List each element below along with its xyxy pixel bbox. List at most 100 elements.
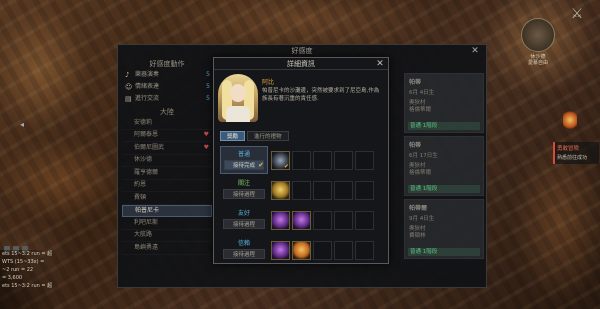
card-status: 普通 1階段 (408, 248, 480, 256)
card-name: 帕蒂 (409, 142, 422, 149)
level-name: 信賴 (237, 240, 250, 247)
empty-slot (313, 210, 332, 230)
empty-slot (334, 180, 353, 200)
empty-slot (355, 210, 374, 230)
npc-list-item[interactable]: 利吧尼斯 (122, 217, 212, 230)
npc-name: 費頓 (134, 193, 147, 201)
chevron-left-icon[interactable]: ◂ (20, 120, 28, 129)
npc-list-item[interactable]: 費頓 (122, 192, 212, 205)
level-status-button[interactable]: 接待過程 (223, 189, 265, 199)
level-status-button[interactable]: 接待過程 (223, 249, 265, 259)
npc-name: 利吧尼斯 (134, 218, 159, 226)
npc-name: 羅亨德爾 (134, 168, 159, 176)
check-icon: ✔ (258, 161, 264, 169)
actions-header: 好感度動作 (149, 60, 185, 68)
reward-item-icon[interactable] (292, 240, 311, 260)
npc-name: 島嶼勇遠 (134, 243, 159, 251)
level-name: 普通 (237, 151, 250, 158)
action-label: 進行交流 (135, 95, 160, 102)
minimap-label: 休沙德 愛慕自由 (527, 54, 548, 66)
level-cell: 普通 接待完成 ✔ (220, 146, 268, 174)
chat-window[interactable]: ets 15~3:2 run = 超 WTS (15~33x) = ~2 run… (0, 250, 60, 309)
npc-card[interactable]: 帕蒂 6月 17日生 奧狄村 格倫蒂爾 普通 1階段 (404, 136, 484, 196)
tab-gifts[interactable]: 進行的禮物 (247, 131, 289, 141)
action-label: 情緒表達 (135, 83, 160, 90)
npc-name: 伯爾尼圖武 (134, 143, 165, 151)
empty-slot (313, 240, 332, 260)
sword-emblem-icon[interactable]: ⚔ (557, 6, 597, 28)
empty-slot (334, 240, 353, 260)
close-icon[interactable]: ✕ (375, 58, 385, 70)
detail-tabs: 獎勵 進行的禮物 (220, 131, 289, 141)
npc-card[interactable]: 帕蒂爾 9月 4日生 奧狄村 費頓林 普通 1階段 (404, 199, 484, 259)
book-icon: ▤ (125, 94, 132, 103)
level-name: 友好 (237, 210, 250, 217)
tab-rewards[interactable]: 獎勵 (220, 131, 246, 141)
reward-row: 友好 接待過程 (220, 206, 384, 234)
card-name: 帕蒂爾 (409, 205, 428, 212)
npc-list-item[interactable]: 伯爾尼圖武 ♥ (122, 142, 212, 155)
card-birthday: 6月 4日生 (409, 90, 435, 96)
reward-item-icon[interactable] (292, 210, 311, 230)
action-label: 樂器演奏 (135, 71, 160, 78)
quest-subtitle: 熟悉前往成功 (557, 155, 588, 161)
reward-item-icon[interactable] (271, 240, 290, 260)
npc-list-item[interactable]: 大航路 (122, 230, 212, 243)
npc-name: 約恩 (134, 181, 147, 188)
card-location: 奧狄村 格倫蒂爾 (409, 163, 432, 176)
reward-item-icon[interactable]: ✔ (271, 150, 290, 170)
action-item-music[interactable]: ♪ 樂器演奏 5 (122, 69, 212, 81)
heart-icon: ♥ (203, 131, 209, 138)
npc-list-item-selected[interactable]: 帕普尼卡 (122, 204, 212, 217)
minimap[interactable] (521, 18, 555, 52)
music-note-icon: ♪ (125, 70, 130, 79)
reward-item-icon[interactable] (271, 180, 290, 200)
close-icon[interactable]: ✕ (470, 45, 480, 57)
empty-slot (355, 240, 374, 260)
action-item-talk[interactable]: ▤ 進行交流 5 (122, 93, 212, 105)
reward-row: 信賴 接待過程 (220, 236, 384, 264)
level-cell: 關注 接待過程 (220, 176, 268, 204)
level-cell: 友好 接待過程 (220, 206, 268, 234)
mask-icon: ☺ (125, 82, 133, 91)
npc-card[interactable]: 帕蒂 6月 4日生 奧狄村 格倫蒂爾 普通 1階段 (404, 73, 484, 133)
empty-slot (355, 180, 374, 200)
empty-slot (334, 210, 353, 230)
action-count: 5 (206, 71, 210, 78)
card-birthday: 9月 4日生 (409, 216, 435, 222)
npc-name: 大航路 (134, 231, 153, 238)
level-status-button[interactable]: 接待過程 (223, 219, 265, 229)
npc-list-item[interactable]: 羅亨德爾 (122, 167, 212, 180)
npc-name: 帕普尼卡 (135, 206, 160, 214)
quest-tracker[interactable]: 勇敢冒險 熟悉前往成功 (553, 142, 599, 164)
reward-grid: 普通 接待完成 ✔ ✔ 關注 接待過程 友好 接待過程 信賴 接待過程 (220, 146, 384, 266)
card-location: 奧狄村 費頓林 (409, 226, 426, 239)
check-icon: ✔ (283, 162, 289, 170)
npc-portrait (218, 74, 258, 122)
chat-line: = 3,600 (2, 275, 23, 281)
action-count: 5 (206, 83, 210, 90)
chat-line: ets 15~3:2 run = 超 (2, 251, 53, 257)
card-location: 奧狄村 格倫蒂爾 (409, 100, 432, 113)
chat-line: ets 15~3:2 run = 超 (2, 283, 53, 289)
action-item-emotion[interactable]: ☺ 情緒表達 5 (122, 81, 212, 93)
torch-icon (563, 110, 577, 130)
npc-list-item[interactable]: 安德莉 (122, 117, 212, 130)
empty-slot (292, 150, 311, 170)
npc-list-item[interactable]: 休沙德 (122, 155, 212, 168)
card-name: 帕蒂 (409, 79, 422, 86)
level-cell: 信賴 接待過程 (220, 236, 268, 264)
reward-item-icon[interactable] (271, 210, 290, 230)
npc-list-item[interactable]: 約恩 (122, 180, 212, 193)
heart-icon: ♥ (203, 143, 209, 151)
card-status: 普通 1階段 (408, 185, 480, 193)
npc-card-list: 帕蒂 6月 4日生 奧狄村 格倫蒂爾 普通 1階段 帕蒂 6月 17日生 奧狄村… (404, 73, 484, 262)
npc-list-item[interactable]: 島嶼勇遠 (122, 242, 212, 255)
action-count: 5 (206, 95, 210, 102)
npc-list-item[interactable]: 阿爾泰恩 ♥ (122, 130, 212, 143)
empty-slot (334, 150, 353, 170)
npc-name: 阿比 (262, 79, 275, 86)
npc-name: 阿爾泰恩 (134, 131, 159, 138)
quest-title: 勇敢冒險 (557, 146, 580, 152)
empty-slot (313, 180, 332, 200)
